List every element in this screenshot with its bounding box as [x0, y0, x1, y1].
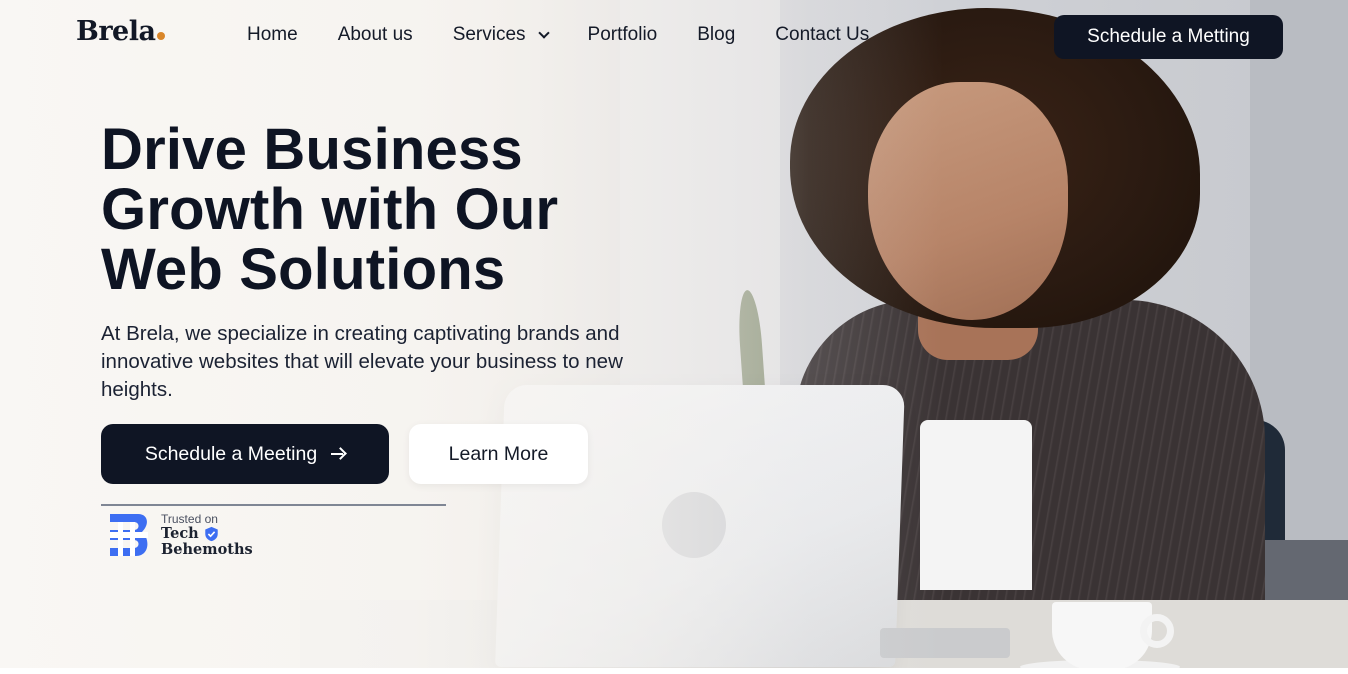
badge-prefix: Trusted on: [161, 512, 218, 526]
shield-check-icon: [205, 526, 218, 542]
tech-behemoths-badge[interactable]: Trusted on Tech Behemoths: [108, 512, 253, 558]
hero-headline-line-1: Drive Business: [101, 117, 523, 182]
top-navigation: Brela Home About us Services Portfolio B…: [0, 0, 1348, 74]
tech-behemoths-text: Trusted on Tech Behemoths: [161, 512, 253, 558]
arrow-right-icon: [331, 447, 345, 461]
nav-link-portfolio[interactable]: Portfolio: [588, 24, 658, 46]
brand-logo[interactable]: Brela: [76, 16, 166, 50]
hero-section: Brela Home About us Services Portfolio B…: [0, 0, 1348, 674]
tech-behemoths-logo-icon: [110, 514, 148, 556]
schedule-meeting-button[interactable]: Schedule a Meeting: [101, 424, 389, 484]
nav-links: Home About us Services Portfolio Blog Co…: [247, 24, 909, 46]
nav-link-about[interactable]: About us: [338, 24, 413, 46]
nav-link-services-label: Services: [452, 24, 526, 45]
brand-logo-text: Brela: [76, 16, 156, 47]
badge-name-row: Tech: [161, 526, 253, 542]
nav-link-home[interactable]: Home: [247, 24, 298, 46]
nav-link-blog[interactable]: Blog: [697, 24, 735, 46]
nav-schedule-button[interactable]: Schedule a Metting: [1054, 15, 1283, 59]
badge-divider: [101, 504, 446, 506]
hero-headline-line-2: Growth with Our: [101, 177, 559, 242]
badge-name-line-2: Behemoths: [161, 541, 253, 558]
badge-name-line-1: Tech: [161, 525, 199, 542]
hero-headline-line-3: Web Solutions: [101, 237, 506, 302]
nav-link-contact[interactable]: Contact Us: [775, 24, 869, 46]
schedule-meeting-label: Schedule a Meeting: [144, 442, 318, 465]
learn-more-button[interactable]: Learn More: [409, 424, 588, 484]
brand-logo-dot: [157, 32, 166, 40]
hero-description: At Brela, we specialize in creating capt…: [101, 322, 623, 401]
hero-headline: Drive Business Growth with Our Web Solut…: [101, 120, 661, 300]
bottom-edge: [0, 668, 1348, 674]
chevron-down-icon: [537, 26, 550, 39]
nav-link-services[interactable]: Services: [452, 24, 550, 46]
